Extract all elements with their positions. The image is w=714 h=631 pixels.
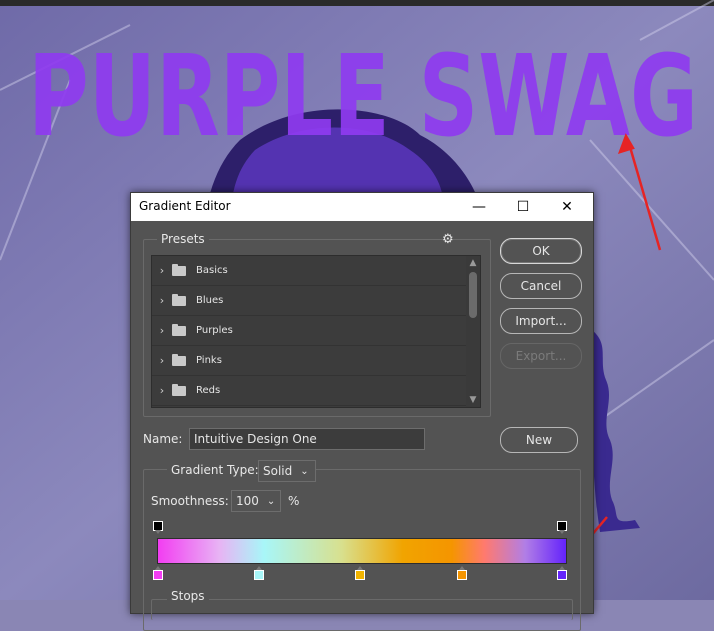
cancel-button[interactable]: Cancel — [500, 273, 582, 299]
chevron-down-icon: ⌄ — [300, 465, 309, 477]
chevron-right-icon[interactable]: › — [152, 294, 172, 307]
chevron-right-icon[interactable]: › — [152, 384, 172, 397]
gradient-editor-dialog: Gradient Editor — ☐ ✕ Presets ⚙ › Basics… — [130, 192, 594, 631]
chevron-right-icon[interactable]: › — [152, 324, 172, 337]
dialog-titlebar: Gradient Editor — ☐ ✕ — [131, 193, 593, 221]
smoothness-dropdown[interactable]: 100 ⌄ — [231, 490, 281, 512]
preset-folder-label: Basics — [196, 265, 228, 276]
gradient-type-label: Gradient Type: — [167, 463, 263, 477]
ok-button[interactable]: OK — [500, 238, 582, 264]
folder-icon — [172, 353, 186, 366]
name-label: Name: — [143, 432, 183, 446]
preset-folder-pinks[interactable]: › Pinks — [152, 346, 480, 376]
folder-icon — [172, 323, 186, 336]
preset-folder-label: Blues — [196, 295, 224, 306]
color-stop-4[interactable] — [457, 566, 467, 580]
smoothness-label: Smoothness: — [151, 494, 229, 508]
smoothness-value: 100 — [236, 494, 259, 508]
maximize-icon[interactable]: ☐ — [501, 193, 545, 221]
preset-folder-reds[interactable]: › Reds — [152, 376, 480, 406]
color-stop-2[interactable] — [254, 566, 264, 580]
gradient-type-value: Solid — [263, 464, 293, 478]
presets-scrollbar[interactable]: ▲ ▼ — [466, 256, 480, 407]
new-button[interactable]: New — [500, 427, 578, 453]
color-stop-3[interactable] — [355, 566, 365, 580]
color-stop-1[interactable] — [153, 566, 163, 580]
opacity-stop-left[interactable] — [153, 521, 163, 534]
scroll-down-icon[interactable]: ▼ — [466, 395, 480, 405]
stops-group — [151, 599, 573, 620]
preset-folder-label: Purples — [196, 325, 233, 336]
presets-gear-icon[interactable]: ⚙ — [442, 232, 454, 247]
preset-folder-label: Pinks — [196, 355, 222, 366]
smoothness-unit: % — [288, 494, 300, 508]
color-stop-5[interactable] — [557, 566, 567, 580]
export-button[interactable]: Export... — [500, 343, 582, 369]
preset-folder-blues[interactable]: › Blues — [152, 286, 480, 316]
dialog-title: Gradient Editor — [139, 199, 231, 213]
preset-folder-purples[interactable]: › Purples — [152, 316, 480, 346]
poster-title: PURPLE SWAG — [28, 32, 698, 162]
presets-label: Presets — [157, 232, 209, 246]
chevron-right-icon[interactable]: › — [152, 264, 172, 277]
minimize-icon[interactable]: — — [457, 193, 501, 221]
chevron-down-icon: ⌄ — [266, 495, 276, 507]
stops-label: Stops — [167, 589, 209, 603]
scroll-up-icon[interactable]: ▲ — [466, 258, 480, 268]
presets-list: › Basics › Blues › Purples › Pinks › Red… — [151, 255, 481, 408]
import-button[interactable]: Import... — [500, 308, 582, 334]
opacity-stop-right[interactable] — [557, 521, 567, 534]
folder-icon — [172, 293, 186, 306]
close-icon[interactable]: ✕ — [545, 193, 589, 221]
name-input[interactable]: Intuitive Design One — [189, 428, 425, 450]
folder-icon — [172, 383, 186, 396]
scroll-thumb[interactable] — [469, 272, 477, 318]
gradient-type-dropdown[interactable]: Solid ⌄ — [258, 460, 316, 482]
preset-folder-label: Reds — [196, 385, 221, 396]
chevron-right-icon[interactable]: › — [152, 354, 172, 367]
gradient-preview-bar[interactable] — [157, 538, 567, 564]
folder-icon — [172, 263, 186, 276]
preset-folder-basics[interactable]: › Basics — [152, 256, 480, 286]
